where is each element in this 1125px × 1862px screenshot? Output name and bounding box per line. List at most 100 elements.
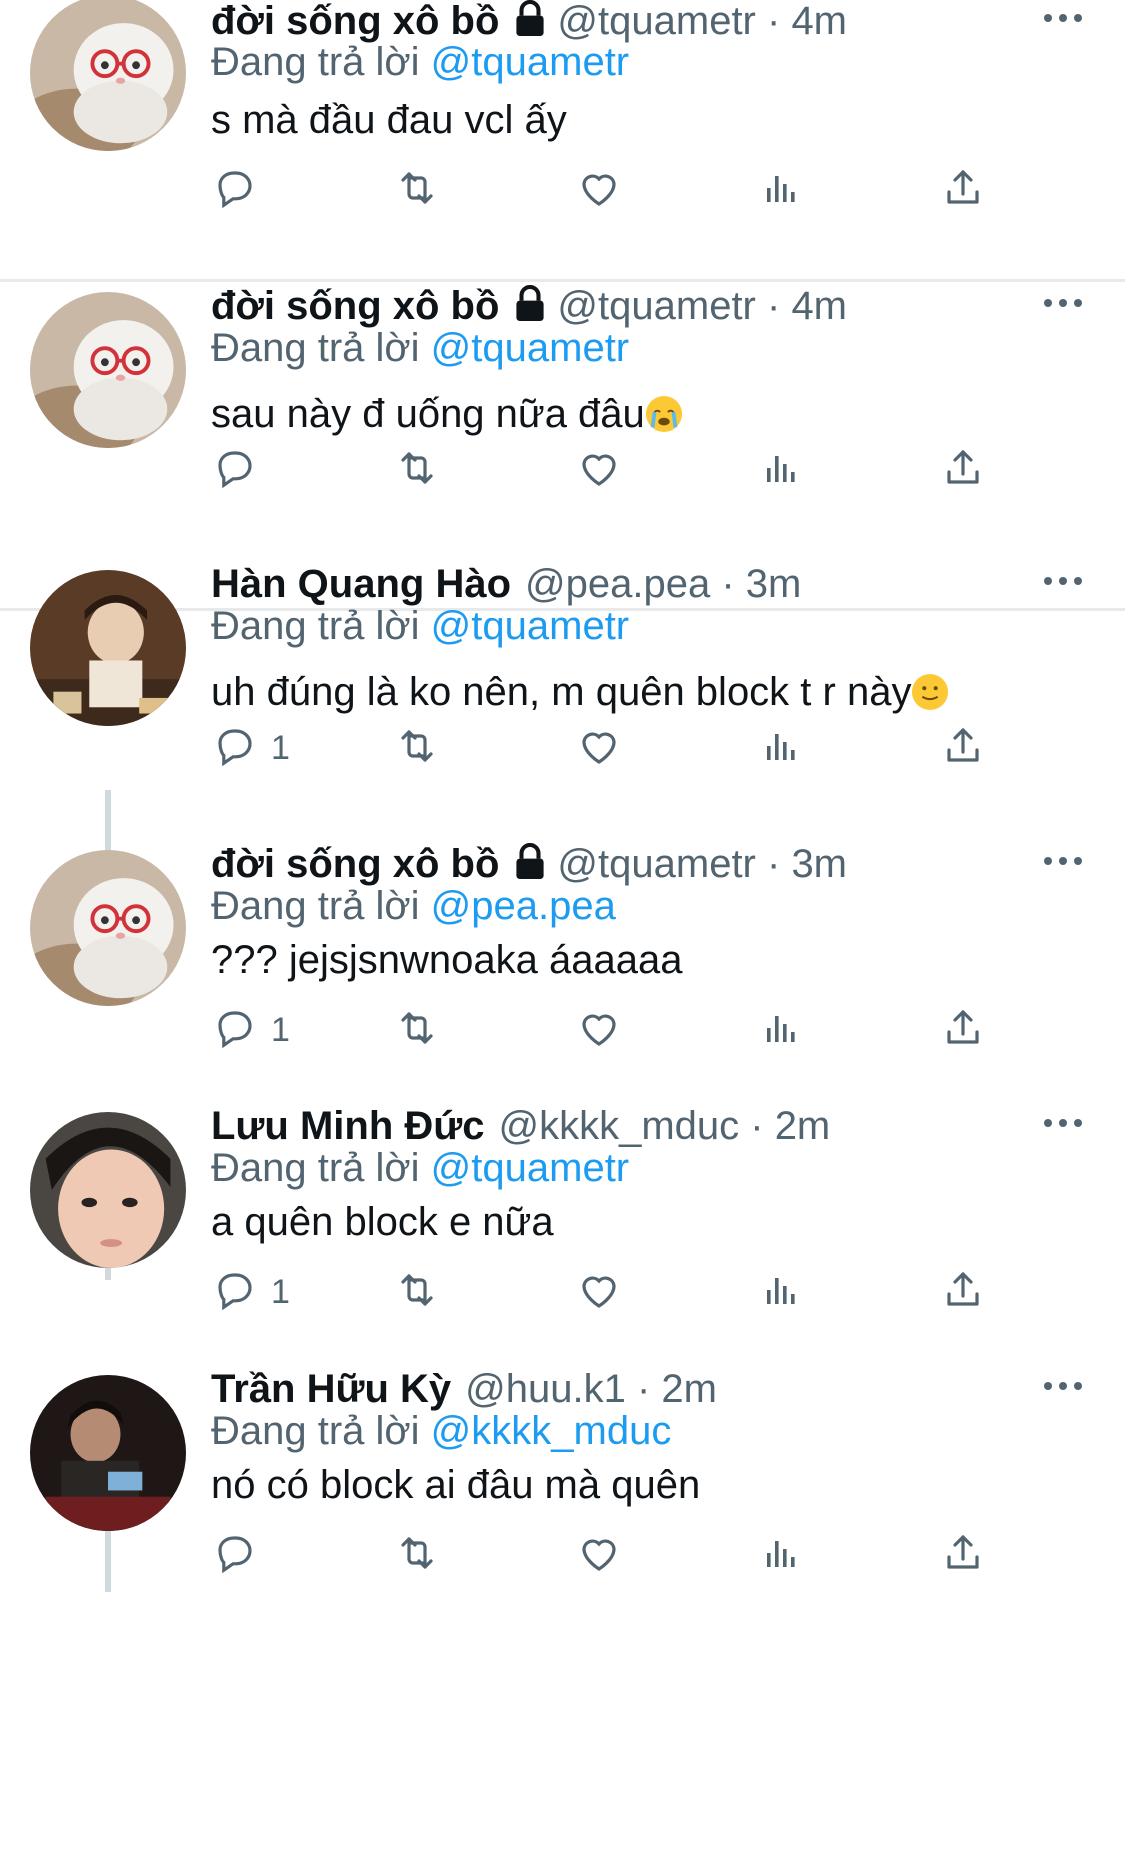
share-button[interactable] [939, 160, 987, 220]
reply-icon [211, 1529, 259, 1582]
tweet-text: a quên block e nữa [211, 1198, 554, 1246]
retweet-button[interactable] [393, 160, 441, 220]
reply-to-mention[interactable]: @tquametr [431, 604, 629, 648]
user-handle[interactable]: @tquametr [557, 284, 755, 328]
user-handle[interactable]: @tquametr [557, 842, 755, 886]
retweet-icon [393, 1004, 441, 1057]
avatar[interactable] [30, 292, 186, 448]
replying-to: Đang trả lời @tquametr [211, 324, 629, 372]
avatar[interactable] [30, 850, 186, 1006]
display-name[interactable]: Hàn Quang Hào [211, 562, 511, 606]
reply-button[interactable]: 1 [211, 1000, 290, 1060]
reply-to-mention[interactable]: @tquametr [431, 1146, 629, 1190]
share-button[interactable] [939, 440, 987, 500]
tweet-actions [211, 160, 1031, 220]
views-button[interactable] [757, 1262, 805, 1322]
reply-count: 1 [271, 1272, 290, 1311]
views-icon [757, 1529, 805, 1582]
reply-button[interactable]: 1 [211, 1262, 290, 1322]
retweet-button[interactable] [393, 1525, 441, 1585]
heart-icon [575, 444, 623, 497]
reply-button[interactable]: 1 [211, 718, 290, 778]
avatar[interactable] [30, 0, 186, 151]
more-options-icon[interactable] [1040, 851, 1086, 871]
avatar[interactable] [30, 1112, 186, 1268]
timestamp[interactable]: 3m [746, 562, 802, 606]
share-icon [939, 1529, 987, 1582]
views-button[interactable] [757, 718, 805, 778]
reply-button[interactable] [211, 440, 271, 500]
more-options-icon[interactable] [1040, 1113, 1086, 1133]
reply-button[interactable] [211, 160, 271, 220]
timestamp[interactable]: 4m [791, 0, 847, 43]
views-button[interactable] [757, 160, 805, 220]
tweet[interactable]: đời sống xô bồ @tquametr · 3m Đang trả lờ… [0, 820, 1125, 1082]
display-name[interactable]: đời sống xô bồ [211, 842, 499, 886]
tweet-text-content: s mà đầu đau vcl ấy [211, 98, 567, 142]
tweet[interactable]: đời sống xô bồ @tquametr · 4m Đang trả lờ… [0, 0, 1125, 262]
like-button[interactable] [575, 1000, 623, 1060]
share-button[interactable] [939, 1000, 987, 1060]
separator-dot: · [755, 0, 792, 43]
timestamp[interactable]: 3m [791, 842, 847, 886]
tweet[interactable]: đời sống xô bồ @tquametr · 4m Đang trả lờ… [0, 262, 1125, 524]
more-options-icon[interactable] [1040, 571, 1086, 591]
views-button[interactable] [757, 440, 805, 500]
more-options-icon[interactable] [1040, 293, 1086, 313]
separator-dot: · [755, 284, 792, 328]
reply-to-mention[interactable]: @pea.pea [431, 884, 616, 928]
tweet-text-content: ??? jejsjsnwnoaka áaaaaa [211, 938, 683, 982]
avatar[interactable] [30, 1375, 186, 1531]
replying-to: Đang trả lời @tquametr [211, 602, 629, 650]
views-button[interactable] [757, 1525, 805, 1585]
more-options-icon[interactable] [1040, 1376, 1086, 1396]
reply-count: 1 [271, 728, 290, 767]
like-button[interactable] [575, 718, 623, 778]
avatar[interactable] [30, 570, 186, 726]
retweet-button[interactable] [393, 440, 441, 500]
reply-to-mention[interactable]: @tquametr [431, 326, 629, 370]
reply-to-mention[interactable]: @tquametr [431, 40, 629, 84]
display-name[interactable]: Lưu Minh Đức [211, 1104, 484, 1148]
replying-label: Đang trả lời [211, 326, 420, 370]
tweet-text: nó có block ai đâu mà quên [211, 1461, 700, 1509]
reply-to-mention[interactable]: @kkkk_mduc [431, 1409, 672, 1453]
views-button[interactable] [757, 1000, 805, 1060]
user-handle[interactable]: @kkkk_mduc [498, 1104, 739, 1148]
heart-icon [575, 164, 623, 217]
tweet[interactable]: Lưu Minh Đức @kkkk_mduc · 2m Đang trả lời… [0, 1082, 1125, 1344]
display-name[interactable]: Trần Hữu Kỳ [211, 1367, 451, 1411]
tweet-text-content: nó có block ai đâu mà quên [211, 1463, 701, 1507]
timestamp[interactable]: 2m [661, 1367, 717, 1411]
replying-to: Đang trả lời @pea.pea [211, 882, 616, 930]
tweet-text: s mà đầu đau vcl ấy [211, 96, 567, 144]
reply-button[interactable] [211, 1525, 271, 1585]
like-button[interactable] [575, 1525, 623, 1585]
retweet-button[interactable] [393, 1000, 441, 1060]
tweet[interactable]: Hàn Quang Hào @pea.pea · 3m Đang trả lời … [0, 540, 1125, 802]
share-button[interactable] [939, 1525, 987, 1585]
tweet[interactable]: Trần Hữu Kỳ @huu.k1 · 2m Đang trả lời @kk… [0, 1345, 1125, 1607]
retweet-button[interactable] [393, 1262, 441, 1322]
timestamp[interactable]: 2m [775, 1104, 831, 1148]
like-button[interactable] [575, 160, 623, 220]
retweet-icon [393, 1266, 441, 1319]
tweet-actions: 1 [211, 1000, 1031, 1060]
heart-icon [575, 1266, 623, 1319]
reply-icon [211, 444, 259, 497]
retweet-button[interactable] [393, 718, 441, 778]
tweet-text: ??? jejsjsnwnoaka áaaaaa [211, 936, 682, 984]
more-options-icon[interactable] [1040, 8, 1086, 28]
like-button[interactable] [575, 1262, 623, 1322]
tweet-header: Lưu Minh Đức @kkkk_mduc · 2m [211, 1102, 830, 1150]
user-handle[interactable]: @tquametr [557, 0, 755, 43]
share-button[interactable] [939, 1262, 987, 1322]
timestamp[interactable]: 4m [791, 284, 847, 328]
user-handle[interactable]: @huu.k1 [465, 1367, 626, 1411]
like-button[interactable] [575, 440, 623, 500]
display-name[interactable]: đời sống xô bồ [211, 0, 499, 43]
slight-smile-emoji [911, 673, 949, 722]
display-name[interactable]: đời sống xô bồ [211, 284, 499, 328]
user-handle[interactable]: @pea.pea [525, 562, 710, 606]
share-button[interactable] [939, 718, 987, 778]
